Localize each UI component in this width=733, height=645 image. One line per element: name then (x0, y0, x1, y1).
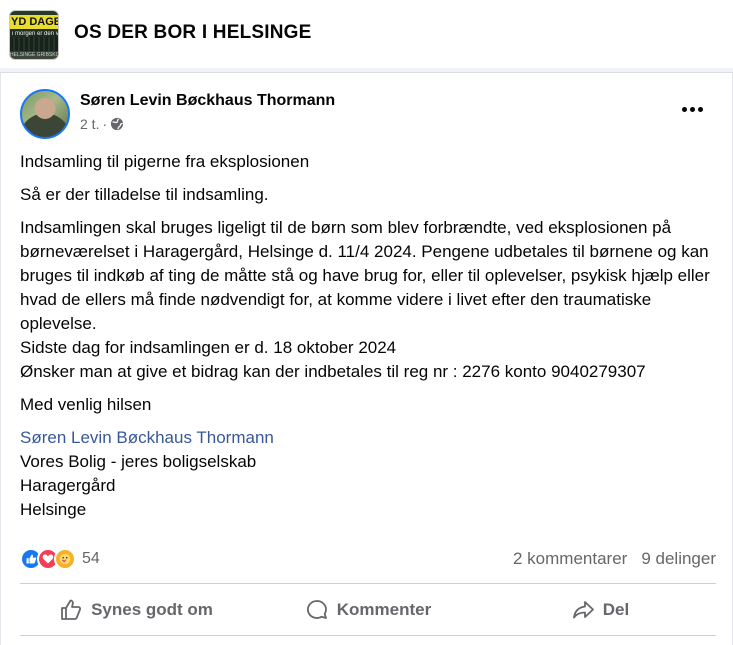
globe-icon[interactable] (110, 117, 124, 131)
share-icon (572, 601, 594, 619)
share-button[interactable]: Del (484, 588, 716, 632)
post-timestamp[interactable]: 2 t. (80, 116, 99, 132)
post-text-line: Ønsker man at give et bidrag kan der ind… (20, 362, 646, 381)
author-name[interactable]: Søren Levin Bøckhaus Thormann (80, 92, 335, 110)
like-button[interactable]: Synes godt om (20, 588, 252, 632)
post-text-line: Med venlig hilsen (20, 395, 152, 414)
post-meta: 2 t. · (80, 116, 124, 132)
post-text-paragraph: Indsamlingen skal bruges ligeligt til de… (20, 218, 710, 333)
post-card: Søren Levin Bøckhaus Thormann 2 t. · Ind… (0, 72, 733, 645)
reaction-count[interactable]: 54 (82, 550, 100, 568)
thumbs-up-icon (61, 599, 82, 620)
signature-line: Vores Bolig - jeres boligselskab (20, 452, 257, 471)
author-avatar[interactable] (20, 89, 70, 139)
group-header: YD DAGEN i DA i morgen er den var HELSIN… (0, 0, 733, 68)
comment-button[interactable]: Kommenter (252, 588, 484, 632)
shares-count[interactable]: 9 delinger (641, 549, 716, 569)
signature-line: Haragergård (20, 476, 116, 495)
care-icon (54, 548, 76, 570)
reaction-icons[interactable] (20, 548, 76, 570)
post-text-line: Så er der tilladelse til indsamling. (20, 185, 269, 204)
like-button-label: Synes godt om (91, 600, 213, 619)
comment-button-label: Kommenter (336, 600, 432, 619)
share-button-label: Del (602, 600, 630, 619)
divider (20, 635, 716, 636)
engagement-stats: 2 kommentarer 9 delinger (513, 549, 716, 569)
reactions-row: 54 2 kommentarer 9 delinger (20, 546, 716, 572)
signature-line: Helsinge (20, 500, 87, 519)
post-text-line: Sidste dag for indsamlingen er d. 18 okt… (20, 338, 397, 357)
meta-separator: · (102, 116, 108, 132)
group-title[interactable]: OS DER BOR I HELSINGE (74, 22, 312, 44)
signature-name-link[interactable]: Søren Levin Bøckhaus Thormann (20, 428, 274, 447)
post-body: Indsamling til pigerne fra eksplosionen … (20, 150, 720, 522)
comments-count[interactable]: 2 kommentarer (513, 549, 627, 569)
group-avatar[interactable]: YD DAGEN i DA i morgen er den var HELSIN… (9, 10, 59, 60)
divider (20, 583, 716, 584)
post-text-line: Indsamling til pigerne fra eksplosionen (20, 152, 310, 171)
group-avatar-footer: HELSINGE GRIBSKOV (10, 52, 58, 58)
group-avatar-treeline (10, 37, 58, 51)
group-avatar-banner: YD DAGEN i DA (10, 15, 58, 29)
comment-icon (306, 600, 327, 619)
post-actions: Synes godt om Kommenter Del (20, 588, 716, 632)
more-options-icon[interactable] (677, 97, 707, 121)
